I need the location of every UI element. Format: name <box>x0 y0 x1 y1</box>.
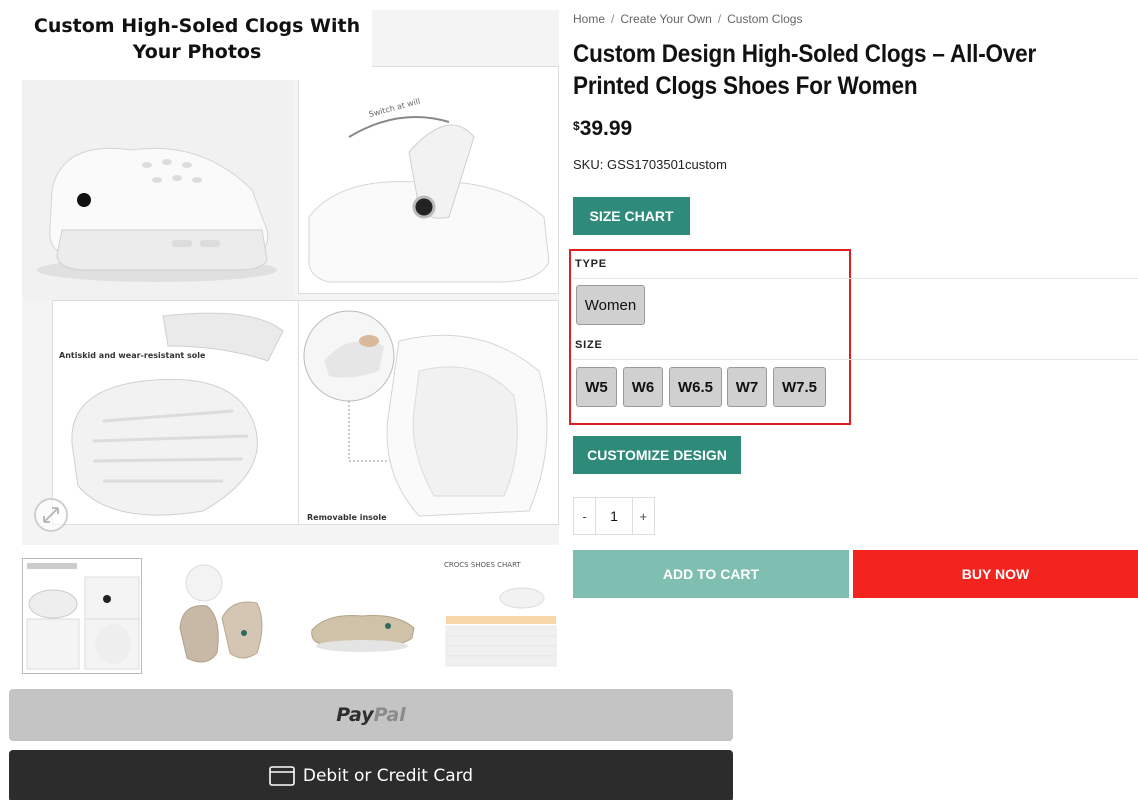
size-chart-button[interactable]: SIZE CHART <box>573 197 690 235</box>
paypal-button[interactable]: Pay Pal <box>9 689 733 741</box>
product-main-image[interactable]: Custom High-Soled Clogs With Your Photos… <box>22 10 559 545</box>
switch-caption: Switch at will <box>368 97 421 119</box>
quantity-input[interactable]: 1 <box>595 498 633 534</box>
sole-panel: Antiskid and wear-resistant sole <box>52 300 314 525</box>
insole-panel: Removable insole <box>298 300 559 525</box>
currency-symbol: $ <box>573 119 580 133</box>
clog-illustration <box>37 147 277 282</box>
quantity-decrease-button[interactable]: - <box>574 498 596 534</box>
breadcrumb-separator: / <box>717 12 722 26</box>
thumbnail-2[interactable] <box>162 558 282 674</box>
breadcrumb: Home / Create Your Own / Custom Clogs <box>573 12 802 26</box>
quantity-stepper: - 1 + <box>573 497 655 535</box>
paypal-logo-pay: Pay <box>336 704 374 726</box>
breadcrumb-home[interactable]: Home <box>573 12 605 26</box>
paypal-logo-pal: Pal <box>373 704 406 726</box>
debit-credit-card-button[interactable]: Debit or Credit Card <box>9 750 733 800</box>
size-option-w7-5[interactable]: W7.5 <box>773 367 826 407</box>
sku: SKU: GSS1703501custom <box>573 157 727 172</box>
size-option-w5[interactable]: W5 <box>576 367 617 407</box>
card-button-label: Debit or Credit Card <box>302 766 474 786</box>
product-title: Custom Design High-Soled Clogs – All-Ove… <box>573 40 1037 100</box>
divider <box>573 278 1138 279</box>
thumbnail-1-image <box>23 559 141 673</box>
size-option-w6-5[interactable]: W6.5 <box>669 367 722 407</box>
clog-side-view-panel <box>22 70 294 300</box>
add-to-cart-button[interactable]: ADD TO CART <box>573 550 849 598</box>
breadcrumb-separator: / <box>611 12 615 26</box>
expand-arrows-icon <box>43 507 59 523</box>
image-title: Custom High-Soled Clogs With Your Photos <box>22 10 372 80</box>
size-option-w7[interactable]: W7 <box>727 367 767 407</box>
chart-thumbnail-title: CROCS SHOES CHART <box>444 561 521 569</box>
insole-caption: Removable insole <box>307 513 387 522</box>
sole-illustration <box>71 312 284 516</box>
thumbnail-2-image <box>179 564 263 663</box>
breadcrumb-custom-clogs[interactable]: Custom Clogs <box>727 12 802 26</box>
buy-now-button[interactable]: BUY NOW <box>853 550 1138 598</box>
thumbnail-1[interactable] <box>22 558 142 674</box>
image-title-line2: Your Photos <box>132 41 262 63</box>
thumbnail-4-size-chart[interactable]: CROCS SHOES CHART <box>442 558 562 674</box>
sku-label: SKU: <box>573 157 604 172</box>
size-chart-thumbnail-image <box>445 587 557 667</box>
quantity-increase-button[interactable]: + <box>632 498 654 534</box>
sku-value: GSS1703501custom <box>606 157 727 172</box>
strap-switch-panel: Switch at will <box>298 66 559 294</box>
thumbnail-strip: CROCS SHOES CHART <box>22 558 562 676</box>
thumbnail-3-image <box>311 615 415 652</box>
zoom-icon[interactable] <box>34 498 68 532</box>
size-label: SIZE <box>575 339 603 351</box>
type-option-women[interactable]: Women <box>576 285 645 325</box>
breadcrumb-create-your-own[interactable]: Create Your Own <box>620 12 711 26</box>
insole-illustration <box>303 310 548 517</box>
thumbnail-3[interactable] <box>302 558 422 674</box>
credit-card-icon <box>269 766 295 786</box>
price-value: 39.99 <box>579 117 633 140</box>
divider <box>573 359 1138 360</box>
type-label: TYPE <box>575 258 607 270</box>
product-price: $39.99 <box>573 117 632 141</box>
antiskid-caption: Antiskid and wear-resistant sole <box>59 351 206 360</box>
image-title-line1: Custom High-Soled Clogs With <box>33 15 361 37</box>
size-option-w6[interactable]: W6 <box>623 367 663 407</box>
strap-illustration: Switch at will <box>308 97 550 283</box>
customize-design-button[interactable]: CUSTOMIZE DESIGN <box>573 436 741 474</box>
